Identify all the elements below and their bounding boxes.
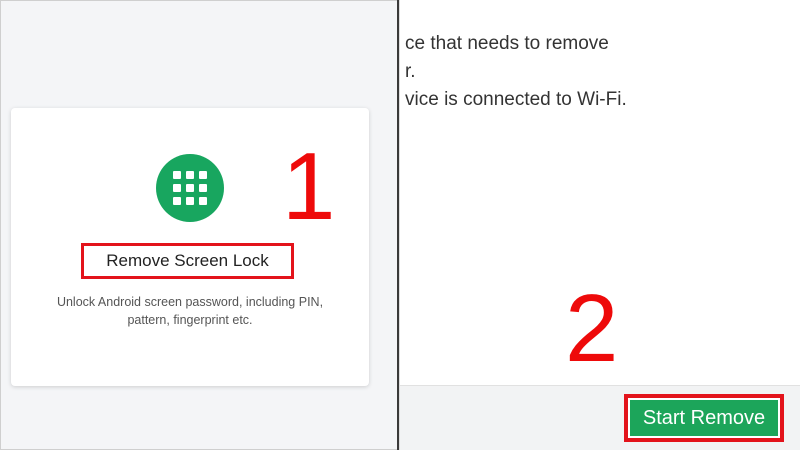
instruction-text: ce that needs to remove r. vice is conne… bbox=[405, 30, 627, 114]
card-description: Unlock Android screen password, includin… bbox=[29, 293, 351, 329]
step-number-2: 2 bbox=[565, 275, 619, 382]
instruction-line-3: vice is connected to Wi-Fi. bbox=[405, 89, 627, 110]
instruction-line-2: r. bbox=[405, 61, 416, 82]
bottom-action-bar: Start Remove bbox=[400, 385, 800, 450]
step-number-1: 1 bbox=[282, 133, 336, 240]
instruction-line-1: ce that needs to remove bbox=[405, 33, 609, 54]
right-panel: ce that needs to remove r. vice is conne… bbox=[399, 0, 800, 450]
start-remove-label: Start Remove bbox=[628, 398, 780, 438]
keypad-grid-icon bbox=[156, 154, 224, 222]
left-panel: Remove Screen Lock Unlock Android screen… bbox=[0, 0, 397, 450]
card-title[interactable]: Remove Screen Lock bbox=[81, 243, 294, 279]
description-line-1: Unlock Android screen password, includin… bbox=[56, 295, 324, 309]
description-line-2: pattern, fingerprint etc. bbox=[127, 313, 253, 327]
start-remove-button[interactable]: Start Remove bbox=[624, 394, 784, 442]
